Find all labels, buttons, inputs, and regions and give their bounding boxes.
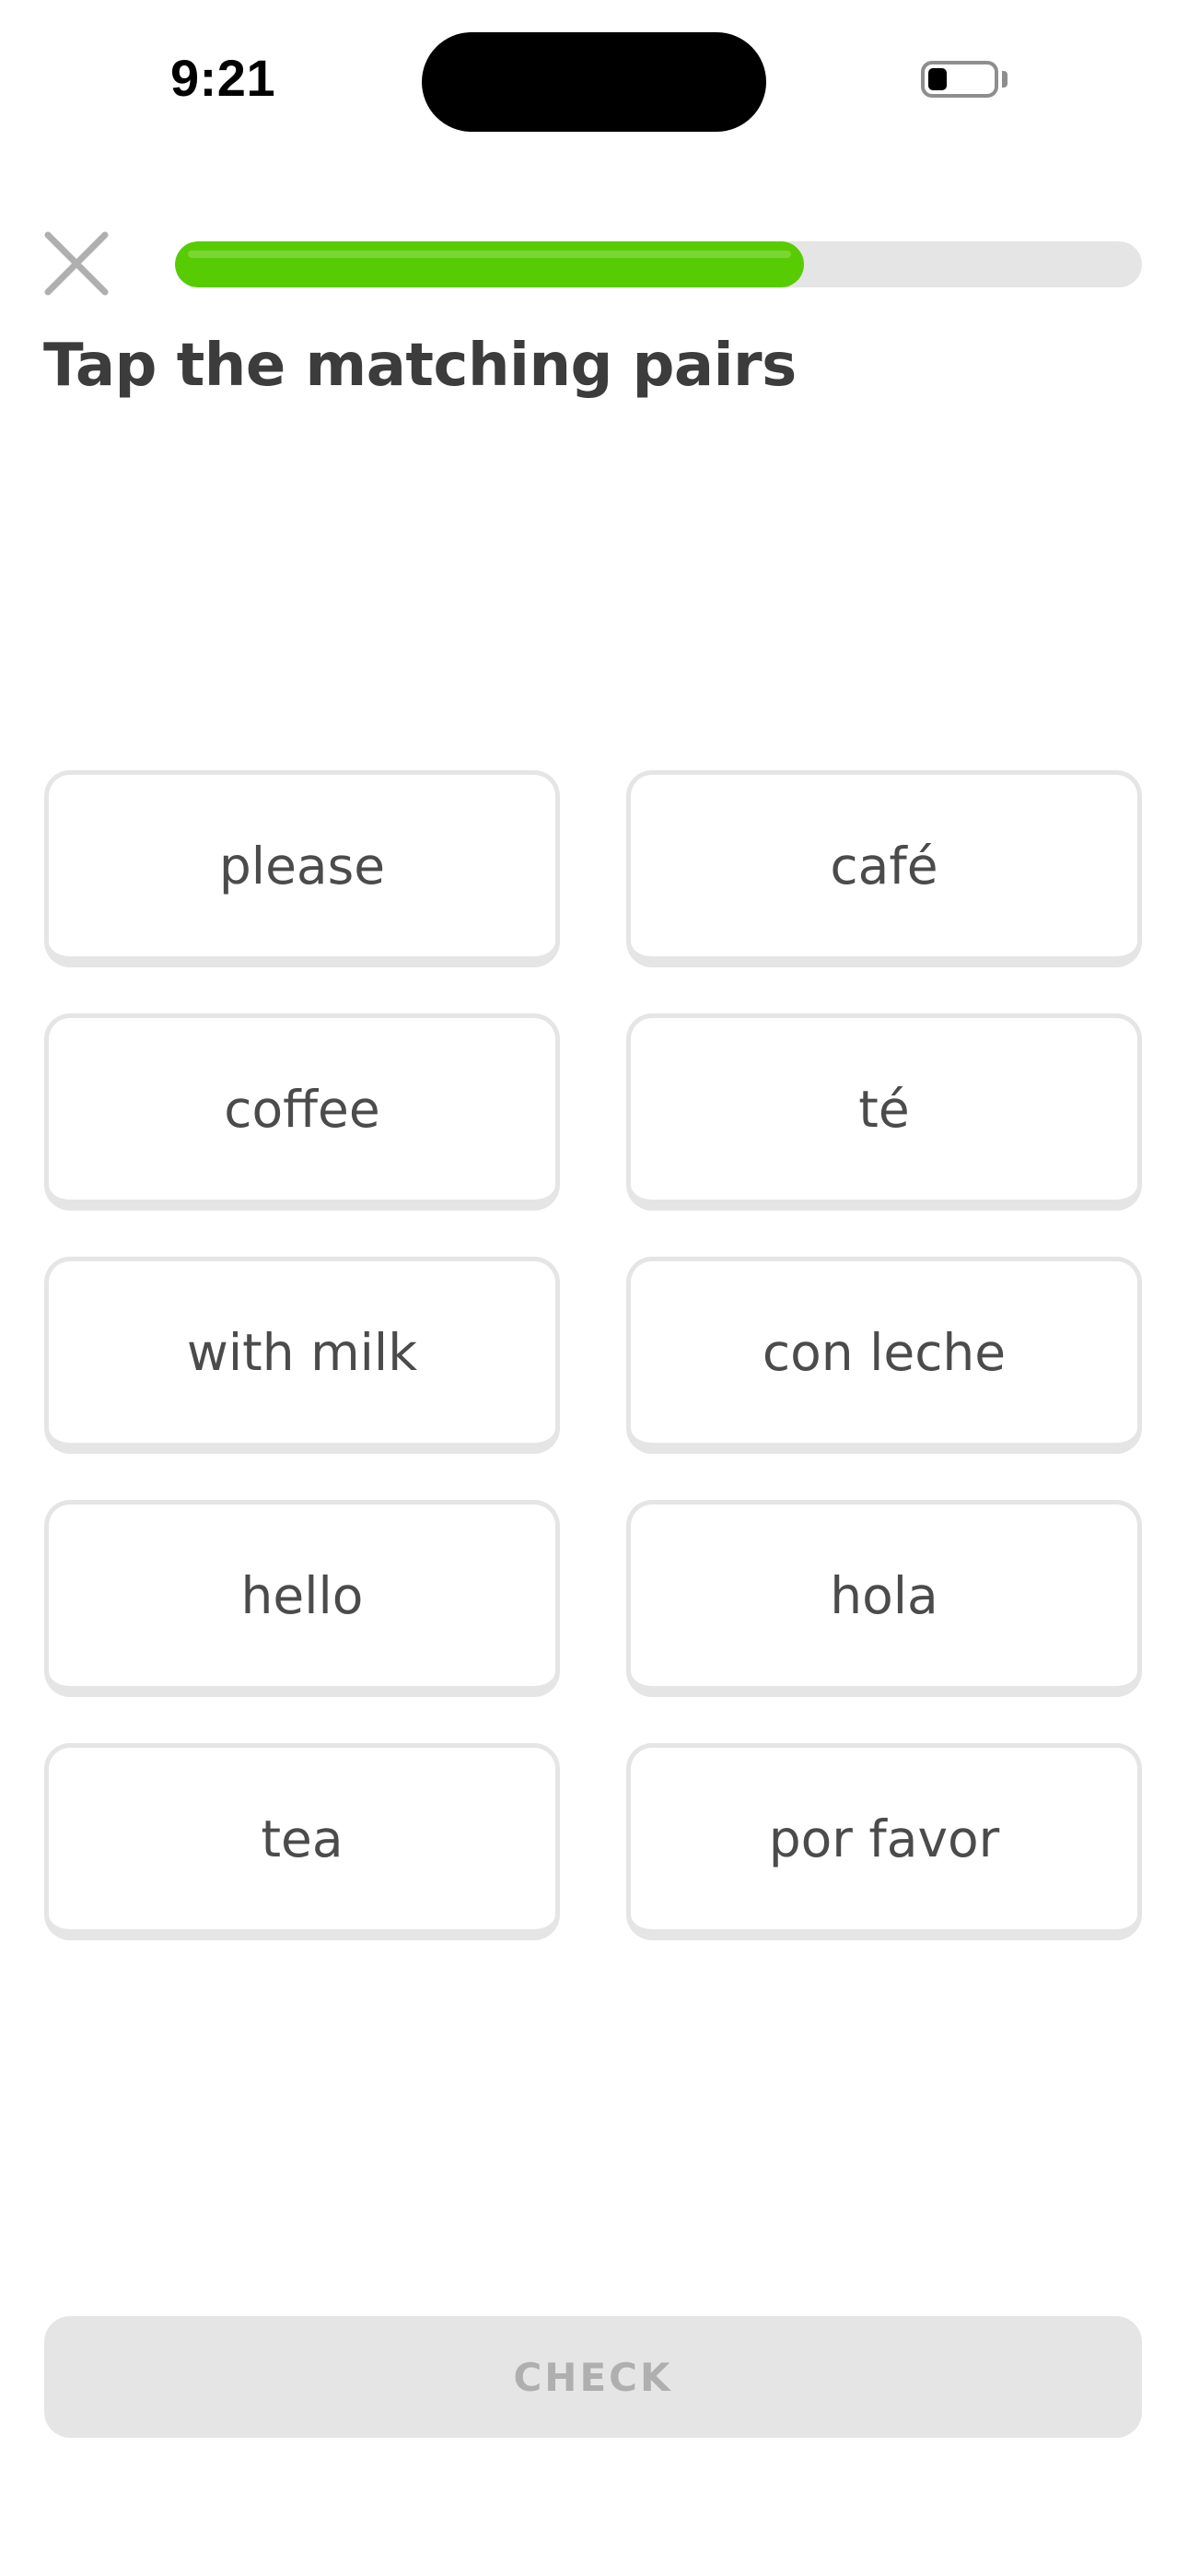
- lesson-progress-bar: [175, 241, 1142, 287]
- word-tile-please[interactable]: please: [44, 770, 560, 967]
- tile-label: please: [218, 836, 386, 896]
- word-tile-por-favor[interactable]: por favor: [626, 1743, 1142, 1940]
- dynamic-island: [422, 32, 766, 132]
- check-button[interactable]: CHECK: [44, 2316, 1142, 2438]
- battery-cap: [1002, 71, 1007, 88]
- word-tile-coffee[interactable]: coffee: [44, 1013, 560, 1211]
- word-tile-hello[interactable]: hello: [44, 1500, 560, 1697]
- tile-label: hello: [240, 1565, 364, 1625]
- word-tile-with-milk[interactable]: with milk: [44, 1257, 560, 1454]
- word-tile-cafe[interactable]: café: [626, 770, 1142, 967]
- tile-label: hola: [830, 1565, 938, 1625]
- english-tile-column: please coffee with milk hello tea: [44, 770, 560, 1986]
- close-x-icon: [44, 231, 109, 296]
- tile-label: café: [830, 836, 938, 896]
- tile-label: por favor: [768, 1809, 1000, 1868]
- tile-label: coffee: [224, 1079, 380, 1139]
- progress-highlight: [188, 251, 791, 258]
- close-button[interactable]: [41, 228, 112, 299]
- prompt-title: Tap the matching pairs: [43, 332, 797, 400]
- lesson-progress-fill: [175, 241, 804, 287]
- tile-label: té: [858, 1079, 910, 1139]
- tile-label: with milk: [186, 1322, 418, 1382]
- tile-label: con leche: [762, 1322, 1007, 1382]
- word-tile-con-leche[interactable]: con leche: [626, 1257, 1142, 1454]
- battery-level: [928, 68, 948, 90]
- word-tile-tea[interactable]: tea: [44, 1743, 560, 1940]
- spanish-tile-column: café té con leche hola por favor: [626, 770, 1142, 1986]
- check-button-label: CHECK: [513, 2354, 673, 2400]
- tile-label: tea: [261, 1809, 344, 1868]
- word-tile-hola[interactable]: hola: [626, 1500, 1142, 1697]
- battery-icon: [921, 61, 998, 98]
- word-tile-te[interactable]: té: [626, 1013, 1142, 1211]
- status-time: 9:21: [170, 49, 276, 107]
